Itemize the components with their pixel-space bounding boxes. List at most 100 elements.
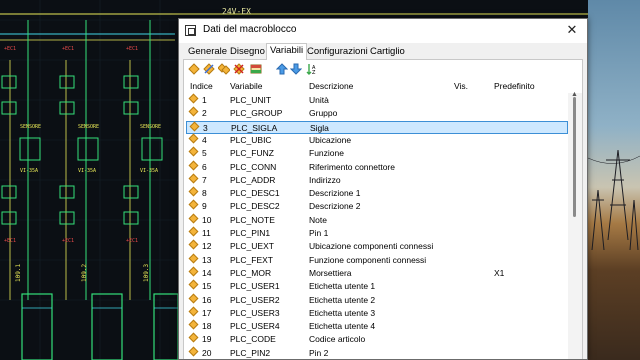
row-index: 20 [202, 347, 212, 358]
svg-text:109.3: 109.3 [143, 264, 150, 282]
row-index: 18 [202, 321, 212, 332]
variable-icon [188, 279, 199, 290]
table-row[interactable]: 12 PLC_UEXT Ubicazione componenti connessi [186, 239, 568, 253]
variable-icon [188, 226, 199, 237]
row-description: Etichetta utente 4 [309, 321, 376, 332]
table-row[interactable]: 10 PLC_NOTE Note [186, 213, 568, 227]
copy-variable-icon[interactable] [218, 63, 230, 75]
variable-icon [188, 186, 199, 197]
row-variable: PLC_DESC2 [230, 201, 280, 212]
variable-icon [188, 93, 199, 104]
table-row[interactable]: 13 PLC_FEXT Funzione componenti connessi [186, 253, 568, 267]
col-default[interactable]: Predefinito [494, 81, 535, 91]
variable-icon [188, 346, 199, 357]
variable-icon [188, 253, 199, 264]
row-description: Descrizione 2 [309, 201, 361, 212]
sort-icon[interactable]: AZ [306, 63, 318, 75]
variable-icon [188, 199, 199, 210]
table-row[interactable]: 16 PLC_USER2 Etichetta utente 2 [186, 293, 568, 307]
table-row[interactable]: 18 PLC_USER4 Etichetta utente 4 [186, 319, 568, 333]
move-down-icon[interactable] [290, 63, 302, 75]
app-icon [185, 25, 196, 36]
close-button[interactable]: ✕ [557, 19, 587, 43]
col-variable[interactable]: Variabile [230, 81, 262, 91]
row-variable: PLC_FUNZ [230, 148, 274, 159]
table-row[interactable]: 15 PLC_USER1 Etichetta utente 1 [186, 279, 568, 293]
row-description: Ubicazione componenti connessi [309, 241, 434, 252]
variable-icon [188, 266, 199, 277]
table-icon[interactable] [250, 63, 262, 75]
table-row[interactable]: 17 PLC_USER3 Etichetta utente 3 [186, 306, 568, 320]
row-variable: PLC_USER3 [230, 307, 280, 318]
vertical-scrollbar[interactable]: ▲ [568, 91, 582, 359]
edit-variable-icon[interactable] [203, 63, 215, 75]
power-towers-image [588, 149, 640, 251]
variable-icon [188, 332, 199, 343]
variables-table: Indice Variabile Descrizione Vis. Predef… [184, 79, 582, 359]
supply-label: 24V-EX [222, 7, 251, 16]
row-index: 14 [202, 267, 212, 278]
row-variable: PLC_CODE [230, 334, 276, 345]
table-row[interactable]: 6 PLC_CONN Riferimento connettore [186, 160, 568, 174]
row-variable: PLC_MOR [230, 267, 272, 278]
tab-bar: Generale Disegno Variabili Configurazion… [183, 43, 583, 61]
row-description: Etichetta utente 1 [309, 281, 376, 292]
row-index: 8 [202, 188, 207, 199]
col-description[interactable]: Descrizione [309, 81, 353, 91]
table-row[interactable]: 7 PLC_ADDR Indirizzo [186, 173, 568, 187]
row-description: Funzione [309, 148, 344, 159]
row-index: 7 [202, 174, 207, 185]
row-index: 17 [202, 307, 212, 318]
row-description: Funzione componenti connessi [309, 254, 427, 265]
row-index: 9 [202, 201, 207, 212]
table-row[interactable]: 8 PLC_DESC1 Descrizione 1 [186, 186, 568, 200]
table-row[interactable]: 3 PLC_SIGLA Sigla [186, 120, 568, 134]
row-description: Etichetta utente 3 [309, 307, 376, 318]
row-index: 15 [202, 281, 212, 292]
row-description: Sigla [310, 122, 329, 133]
row-variable: PLC_FEXT [230, 254, 273, 265]
table-row[interactable]: 5 PLC_FUNZ Funzione [186, 146, 568, 160]
row-index: 10 [202, 214, 212, 225]
variable-icon [188, 173, 199, 184]
tab-generale[interactable]: Generale [185, 45, 230, 60]
svg-text:+EC1: +EC1 [4, 46, 16, 52]
tab-variabili[interactable]: Variabili [266, 43, 308, 61]
table-header: Indice Variabile Descrizione Vis. Predef… [184, 79, 582, 93]
svg-text:+EC1: +EC1 [126, 238, 138, 244]
scrollbar-thumb[interactable] [573, 97, 576, 217]
table-row[interactable]: 19 PLC_CODE Codice articolo [186, 332, 568, 346]
variable-icon [188, 106, 199, 117]
row-description: Pin 2 [309, 347, 329, 358]
macroblock-dialog: Dati del macroblocco ✕ Generale Disegno … [178, 18, 588, 360]
variables-panel: AZ Indice Variabile Descrizione Vis. Pre… [183, 60, 583, 359]
table-row[interactable]: 4 PLC_UBIC Ubicazione [186, 133, 568, 147]
add-variable-icon[interactable] [188, 63, 200, 75]
row-index: 1 [202, 95, 207, 105]
tab-configurazioni[interactable]: Configurazioni [304, 45, 371, 60]
row-variable: PLC_USER1 [230, 281, 280, 292]
col-vis[interactable]: Vis. [454, 81, 468, 91]
row-variable: PLC_USER4 [230, 321, 280, 332]
row-description: Gruppo [309, 108, 338, 119]
table-row[interactable]: 20 PLC_PIN2 Pin 2 [186, 346, 568, 360]
table-row[interactable]: 9 PLC_DESC2 Descrizione 2 [186, 199, 568, 213]
variable-icon [188, 146, 199, 157]
row-index: 12 [202, 241, 212, 252]
tab-cartiglio[interactable]: Cartiglio [367, 45, 408, 60]
tab-disegno[interactable]: Disegno [227, 45, 268, 60]
row-description: Descrizione 1 [309, 188, 361, 199]
row-description: Pin 1 [309, 228, 329, 238]
row-default: X1 [494, 267, 505, 278]
delete-variable-icon[interactable] [233, 63, 245, 75]
table-row[interactable]: 2 PLC_GROUP Gruppo [186, 106, 568, 120]
col-index[interactable]: Indice [190, 81, 213, 91]
table-row[interactable]: 11 PLC_PIN1 Pin 1 [186, 226, 568, 240]
row-variable: PLC_UNIT [230, 95, 272, 105]
move-up-icon[interactable] [276, 63, 288, 75]
variable-icon [188, 306, 199, 317]
table-row[interactable]: 1 PLC_UNIT Unità [186, 93, 568, 107]
row-description: Etichetta utente 2 [309, 294, 376, 305]
table-row[interactable]: 14 PLC_MOR Morsettiera X1 [186, 266, 568, 280]
dialog-titlebar[interactable]: Dati del macroblocco ✕ [179, 19, 587, 43]
